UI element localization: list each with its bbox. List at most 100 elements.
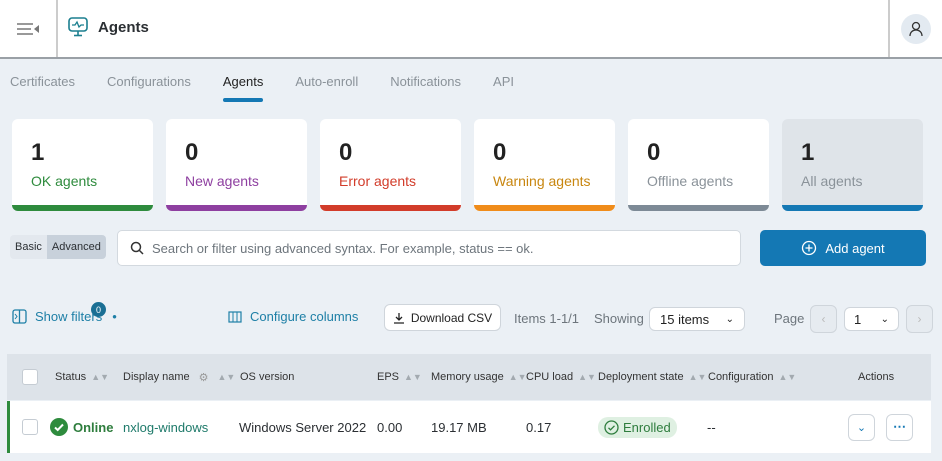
card-count: 0 [647,139,661,166]
cpu-value: 0.17 [526,419,552,435]
card-color-bar [474,205,615,211]
os-version: Windows Server 2022 [239,419,367,435]
download-icon [393,312,404,324]
more-actions-button[interactable]: ⋯ [886,413,913,441]
sort-icon: ▲▼ [688,372,707,382]
chevron-down-icon: ⌄ [856,421,867,434]
page-value: 1 [854,311,862,327]
expand-row-button[interactable]: ⌄ [848,413,875,441]
column-label: Actions [858,371,895,383]
top-bar: Agents [0,0,942,59]
row-checkbox[interactable] [22,419,38,435]
page-title: Agents [98,18,149,36]
configure-columns-button[interactable]: Configure columns [228,309,358,324]
card-label: Error agents [339,173,417,189]
page-select[interactable]: 1 ⌄ [844,307,899,331]
card-label: Warning agents [493,173,591,189]
summary-card-warning-agents[interactable]: 0 Warning agents [474,119,615,211]
sort-icon: ▲▼ [91,372,110,382]
column-configuration[interactable]: Configuration ▲▼ [708,354,796,400]
download-csv-label: Download CSV [410,310,493,325]
column-os-version: OS version [240,354,294,400]
ellipsis-icon: ⋯ [893,419,906,434]
search-mode-toggle: Basic Advanced [10,235,106,259]
column-display-name[interactable]: Display name ⚙ ▲▼ [123,354,235,400]
page-label: Page [774,311,805,326]
card-color-bar [166,205,307,211]
tab-certificates[interactable]: Certificates [10,74,75,89]
card-color-bar [782,205,923,211]
search-placeholder: Search or filter using advanced syntax. … [152,240,534,256]
search-icon [130,241,144,255]
card-color-bar [628,205,769,211]
card-count: 1 [801,139,815,166]
summary-card-new-agents[interactable]: 0 New agents [166,119,307,211]
basic-mode-button[interactable]: Basic [10,235,47,259]
summary-card-offline-agents[interactable]: 0 Offline agents [628,119,769,211]
sort-icon: ▲▼ [578,372,596,382]
card-count: 1 [31,139,45,166]
card-color-bar [12,205,153,211]
showing-label: Showing [594,311,644,326]
gear-icon[interactable]: ⚙ [199,371,209,384]
deployment-state-badge: Enrolled [598,416,677,438]
column-eps[interactable]: EPS ▲▼ [377,354,422,400]
download-csv-button[interactable]: Download CSV [384,304,501,331]
chevron-right-icon: › [917,312,922,326]
tab-api[interactable]: API [493,74,514,89]
chevron-down-icon: ⌄ [880,313,889,325]
summary-card-all-agents[interactable]: 1 All agents [782,119,923,211]
chevron-left-icon: ‹ [821,312,826,326]
add-agent-button[interactable]: Add agent [760,230,926,266]
page-size-select[interactable]: 15 items ⌄ [649,307,745,331]
column-label: Configuration [708,371,774,383]
column-label: CPU load [526,371,574,383]
card-label: New agents [185,173,259,189]
monitor-icon [68,17,88,37]
table-row[interactable]: Online nxlog-windows Windows Server 2022… [7,401,931,453]
items-count: Items 1-1/1 [514,311,580,326]
configuration-value: -- [707,419,716,435]
check-circle-icon [50,418,68,436]
check-circle-outline-icon [604,419,619,435]
tab-notifications[interactable]: Notifications [390,74,461,89]
columns-icon [228,310,242,323]
column-cpu-load[interactable]: CPU load ▲▼ [526,354,596,400]
filter-panel-icon [12,309,27,324]
tab-agents[interactable]: Agents [222,74,264,102]
tab-configurations[interactable]: Configurations [107,74,191,89]
sidebar-toggle-button[interactable] [0,0,58,57]
memory-value: 19.17 MB [431,419,487,435]
column-status[interactable]: Status ▲▼ [55,354,109,400]
sort-icon: ▲▼ [508,372,527,382]
card-count: 0 [339,139,353,166]
column-deployment-state[interactable]: Deployment state ▲▼ [598,354,706,400]
select-all-checkbox[interactable] [22,369,38,385]
chevron-down-icon: ⌄ [725,313,734,325]
card-count: 0 [185,139,199,166]
column-label: EPS [377,371,400,383]
agent-name-link[interactable]: nxlog-windows [123,401,208,453]
user-icon [901,13,931,44]
column-label: Deployment state [598,371,684,383]
prev-page-button[interactable]: ‹ [810,305,837,333]
next-page-button[interactable]: › [906,305,933,333]
column-label: Display name [123,371,190,383]
add-agent-label: Add agent [825,240,885,256]
search-input[interactable]: Search or filter using advanced syntax. … [117,230,741,266]
card-count: 0 [493,139,507,166]
summary-card-error-agents[interactable]: 0 Error agents [320,119,461,211]
column-memory-usage[interactable]: Memory usage ▲▼ [431,354,527,400]
collapse-menu-icon [17,22,39,35]
column-label: OS version [240,371,295,383]
user-menu-button[interactable] [888,0,942,57]
summary-cards: 1 OK agents 0 New agents 0 Error agents 0 Warni… [12,119,923,211]
card-label: All agents [801,173,863,189]
card-color-bar [320,205,461,211]
tab-auto-enroll[interactable]: Auto-enroll [295,74,358,89]
sort-icon: ▲▼ [217,372,236,382]
column-label: Status [55,371,87,383]
summary-card-ok-agents[interactable]: 1 OK agents [12,119,153,211]
plus-circle-icon [802,240,817,256]
advanced-mode-button[interactable]: Advanced [46,235,106,259]
